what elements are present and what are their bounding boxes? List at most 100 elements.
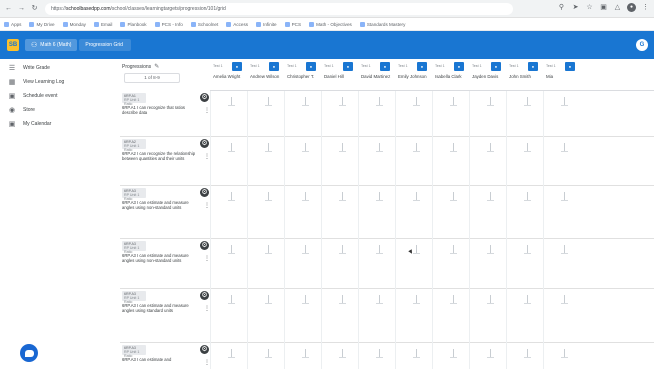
learning-target-card[interactable]: 6RP.A3 RP Unit 1 Ratio ⚙ 6RP.A3 I can estim… — [120, 239, 210, 289]
learning-target-card[interactable]: 6RP.A3 RP Unit 1 Ratio ⚙ 6RP.A3 I can estim… — [120, 343, 210, 369]
bookmark-item[interactable]: PCS - Info — [154, 21, 183, 27]
grid-cell[interactable] — [432, 239, 469, 289]
profile-avatar[interactable]: ● — [627, 3, 636, 12]
grid-cell[interactable] — [358, 289, 395, 343]
grid-cell[interactable] — [506, 186, 543, 239]
student-grade-icon[interactable]: ● — [528, 62, 538, 71]
grid-cell[interactable] — [543, 289, 580, 343]
student-grade-icon[interactable]: ● — [491, 62, 501, 71]
gear-icon[interactable]: ⚙ — [200, 345, 209, 354]
grid-cell[interactable] — [358, 137, 395, 186]
grid-cell[interactable] — [210, 186, 247, 239]
extension-icon[interactable]: ▣ — [599, 3, 608, 12]
grid-cell[interactable] — [358, 186, 395, 239]
sidebar-item-store[interactable]: ◉ Store — [0, 103, 114, 117]
bookmark-item[interactable]: Apps — [4, 21, 21, 27]
grid-cell[interactable] — [506, 239, 543, 289]
forward-icon[interactable]: → — [17, 4, 26, 13]
share-icon[interactable]: ➤ — [571, 3, 580, 12]
grid-cell[interactable] — [210, 289, 247, 343]
grid-cell[interactable] — [506, 137, 543, 186]
menu-icon[interactable]: ⋮ — [641, 3, 650, 12]
learning-target-card[interactable]: 6RP.A1 RP Unit 1 Ratio ⚙ 6RP.A1 I can recog… — [120, 91, 210, 137]
grid-cell[interactable] — [358, 91, 395, 137]
grid-cell[interactable] — [395, 91, 432, 137]
grid-cell[interactable] — [395, 137, 432, 186]
grid-cell[interactable] — [395, 186, 432, 239]
puzzle-icon[interactable]: △ — [613, 3, 622, 12]
learning-target-card[interactable]: 6RP.A3 RP Unit 1 Ratio ⚙ 6RP.A3 I can estim… — [120, 289, 210, 343]
grid-cell[interactable] — [210, 239, 247, 289]
grid-cell[interactable] — [358, 239, 395, 289]
student-grade-icon[interactable]: ● — [380, 62, 390, 71]
student-column-header[interactable]: Test 1 ● Mia — [543, 59, 580, 91]
grid-cell[interactable] — [395, 289, 432, 343]
grid-cell[interactable] — [432, 137, 469, 186]
sidebar-item-my-calendar[interactable]: ▣ My Calendar — [0, 117, 114, 131]
grid-cell[interactable] — [506, 289, 543, 343]
bookmark-item[interactable]: Planbook — [120, 21, 147, 27]
bookmark-item[interactable]: Math - Objectives — [309, 21, 352, 27]
student-column-header[interactable]: Test 1 ● Christopher T. — [284, 59, 321, 91]
grid-cell[interactable] — [543, 186, 580, 239]
bookmark-item[interactable]: Schoolnet — [190, 21, 218, 27]
student-column-header[interactable]: Test 1 ● Isabella Clark — [432, 59, 469, 91]
bookmark-item[interactable]: PCS — [284, 21, 301, 27]
student-grade-icon[interactable]: ● — [269, 62, 279, 71]
back-icon[interactable]: ← — [4, 4, 13, 13]
grid-cell[interactable] — [210, 343, 247, 369]
grid-cell[interactable] — [469, 137, 506, 186]
grid-cell[interactable] — [506, 91, 543, 137]
sidebar-item-schedule-event[interactable]: ▣ Schedule event — [0, 89, 114, 103]
gear-icon[interactable]: ⚙ — [200, 93, 209, 102]
grid-cell[interactable] — [469, 239, 506, 289]
grid-cell[interactable] — [432, 289, 469, 343]
grid-cell[interactable] — [247, 289, 284, 343]
student-grade-icon[interactable]: ● — [232, 62, 242, 71]
student-column-header[interactable]: Test 1 ● Amelia Wright — [210, 59, 247, 91]
learning-target-card[interactable]: 6RP.A2 RP Unit 1 Ratio ⚙ 6RP.A2 I can recog… — [120, 137, 210, 186]
grid-cell[interactable] — [395, 239, 432, 289]
grid-cell[interactable] — [469, 91, 506, 137]
student-column-header[interactable]: Test 1 ● Andrew Wilson — [247, 59, 284, 91]
grid-cell[interactable] — [284, 137, 321, 186]
reload-icon[interactable]: ↻ — [30, 4, 39, 13]
student-column-header[interactable]: Test 1 ● Emily Johnson — [395, 59, 432, 91]
grid-cell[interactable] — [247, 137, 284, 186]
grid-cell[interactable] — [469, 186, 506, 239]
student-grade-icon[interactable]: ● — [343, 62, 353, 71]
progression-select[interactable]: 1 of 8-9 — [124, 73, 180, 83]
grid-cell[interactable] — [321, 239, 358, 289]
grid-cell[interactable] — [321, 289, 358, 343]
grid-cell[interactable] — [432, 186, 469, 239]
progression-grid-tab[interactable]: Progression Grid — [79, 39, 132, 51]
zoom-icon[interactable]: ⚲ — [557, 3, 566, 12]
gear-icon[interactable]: ⚙ — [200, 188, 209, 197]
grid-cell[interactable] — [543, 137, 580, 186]
grid-cell[interactable] — [247, 343, 284, 369]
chat-button[interactable] — [20, 344, 38, 362]
grid-cell[interactable] — [506, 343, 543, 369]
grid-cell[interactable] — [395, 343, 432, 369]
student-column-header[interactable]: Test 1 ● John Smith — [506, 59, 543, 91]
grid-cell[interactable] — [284, 239, 321, 289]
grid-cell[interactable] — [247, 239, 284, 289]
app-logo[interactable]: SB — [7, 39, 19, 51]
grid-cell[interactable] — [543, 239, 580, 289]
bookmark-item[interactable]: Monday — [62, 21, 86, 27]
grid-cell[interactable] — [210, 137, 247, 186]
grid-cell[interactable] — [321, 343, 358, 369]
grid-cell[interactable] — [210, 91, 247, 137]
bookmark-item[interactable]: My Drive — [29, 21, 55, 27]
sidebar-item-learning-log[interactable]: ▦ View Learning Log — [0, 75, 114, 89]
learning-target-card[interactable]: 6RP.A3 RP Unit 1 Ratio ⚙ 6RP.A3 I can estim… — [120, 186, 210, 239]
bookmark-item[interactable]: Access — [226, 21, 248, 27]
user-avatar[interactable]: G — [636, 39, 648, 51]
student-grade-icon[interactable]: ● — [306, 62, 316, 71]
grid-cell[interactable] — [284, 289, 321, 343]
grid-cell[interactable] — [247, 186, 284, 239]
grid-cell[interactable] — [543, 91, 580, 137]
student-column-header[interactable]: Test 1 ● Daniel Hill — [321, 59, 358, 91]
grid-cell[interactable] — [284, 91, 321, 137]
student-grade-icon[interactable]: ● — [565, 62, 575, 71]
